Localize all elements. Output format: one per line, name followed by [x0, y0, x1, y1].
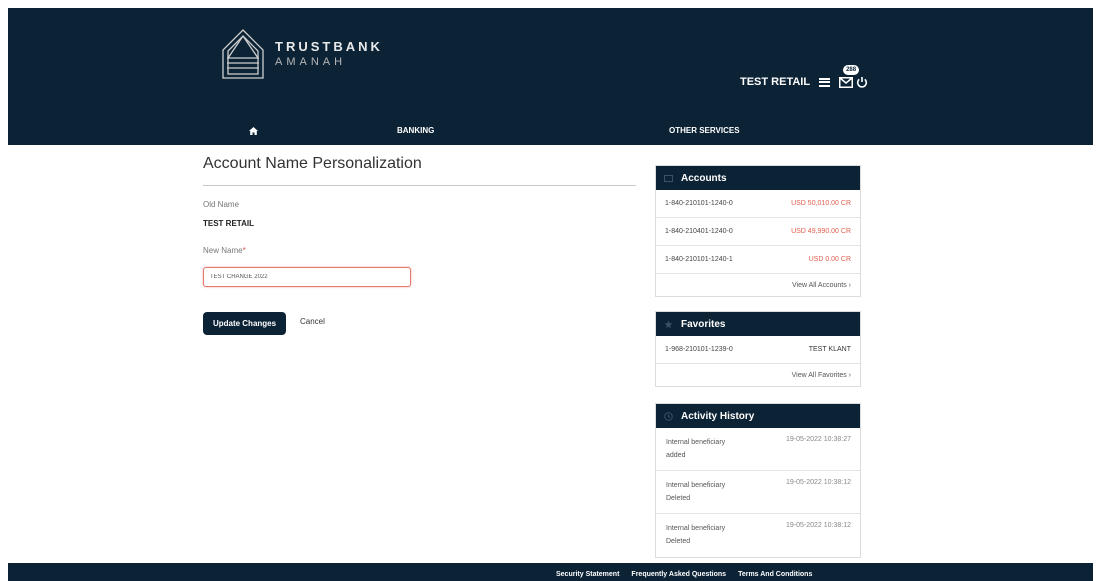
new-name-label-wrap: New Name*: [203, 246, 246, 255]
brand-name-line2: AMANAH: [275, 56, 347, 68]
new-name-label: New Name: [203, 246, 243, 255]
page-title: Account Name Personalization: [203, 155, 422, 172]
favorite-name: TEST KLANT: [808, 346, 851, 353]
account-number: 1-840-210101-1240-0: [665, 200, 733, 207]
footer-links: Security Statement Frequently Asked Ques…: [556, 571, 812, 578]
history-description: Internal beneficiary added: [666, 439, 726, 459]
account-number: 1-840-210101-1240-1: [665, 256, 733, 263]
view-all-accounts-link[interactable]: View All Accounts ›: [656, 274, 860, 296]
history-description: Internal beneficiary Deleted: [666, 482, 726, 502]
user-name[interactable]: TEST RETAIL: [740, 76, 810, 88]
required-mark: *: [242, 246, 246, 255]
brand-logo[interactable]: TRUSTBANK AMANAH: [221, 26, 383, 82]
new-name-input[interactable]: [203, 267, 411, 287]
accounts-panel: Accounts 1-840-210101-1240-0 USD 50,010.…: [655, 165, 861, 297]
favorite-row[interactable]: 1-968-210101-1239-0 TEST KLANT: [656, 336, 860, 364]
history-row[interactable]: Internal beneficiary Deleted 19-05-2022 …: [656, 471, 860, 514]
clock-icon: [664, 411, 673, 421]
footer-link-security-statement[interactable]: Security Statement: [556, 571, 619, 578]
brand-name-line1: TRUSTBANK: [275, 39, 383, 54]
top-header: TRUSTBANK AMANAH TEST RETAIL 288 BANKING…: [8, 8, 1093, 145]
history-time: 19-05-2022 10:38:12: [786, 522, 851, 529]
favorites-panel: Favorites 1-968-210101-1239-0 TEST KLANT…: [655, 311, 861, 387]
power-logout-icon[interactable]: [856, 76, 868, 88]
mail-button[interactable]: 288: [839, 65, 860, 89]
account-row[interactable]: 1-840-210401-1240-0 USD 49,990.00 CR: [656, 218, 860, 246]
activity-history-panel-title: Activity History: [681, 410, 755, 422]
favorite-account-number: 1-968-210101-1239-0: [665, 346, 733, 353]
account-balance: USD 0.00 CR: [808, 256, 851, 263]
account-balance: USD 49,990.00 CR: [791, 228, 851, 235]
account-number: 1-840-210401-1240-0: [665, 228, 733, 235]
history-time: 19-05-2022 10:38:27: [786, 436, 851, 443]
old-name-value: TEST RETAIL: [203, 219, 254, 228]
title-divider: [203, 185, 636, 186]
favorites-panel-title: Favorites: [681, 318, 726, 330]
activity-history-panel: Activity History Internal beneficiary ad…: [655, 403, 861, 558]
main-nav: BANKING OTHER SERVICES: [8, 117, 1093, 145]
favorites-panel-header: Favorites: [656, 312, 860, 336]
history-time: 19-05-2022 10:38:12: [786, 479, 851, 486]
footer-link-terms[interactable]: Terms And Conditions: [738, 571, 812, 578]
update-changes-button[interactable]: Update Changes: [203, 312, 286, 335]
accounts-panel-title: Accounts: [681, 172, 727, 184]
trustbank-logo-icon: [222, 29, 264, 79]
footer: Security Statement Frequently Asked Ques…: [8, 563, 1093, 581]
star-icon: [664, 320, 673, 328]
history-row[interactable]: Internal beneficiary added 19-05-2022 10…: [656, 428, 860, 471]
mail-icon: [839, 77, 854, 88]
history-description: Internal beneficiary Deleted: [666, 525, 726, 545]
view-all-favorites-link[interactable]: View All Favorites ›: [656, 364, 860, 386]
history-row[interactable]: Internal beneficiary Deleted 19-05-2022 …: [656, 514, 860, 557]
nav-banking[interactable]: BANKING: [397, 117, 434, 145]
old-name-label: Old Name: [203, 200, 240, 209]
account-row[interactable]: 1-840-210101-1240-0 USD 50,010.00 CR: [656, 190, 860, 218]
cancel-link[interactable]: Cancel: [300, 317, 325, 326]
accounts-icon: [664, 174, 673, 182]
user-area: TEST RETAIL 288: [740, 65, 868, 92]
account-row[interactable]: 1-840-210101-1240-1 USD 0.00 CR: [656, 246, 860, 274]
account-balance: USD 50,010.00 CR: [791, 200, 851, 207]
nav-other-services[interactable]: OTHER SERVICES: [669, 117, 740, 145]
home-icon[interactable]: [249, 117, 258, 145]
footer-link-faq[interactable]: Frequently Asked Questions: [631, 571, 726, 578]
activity-history-panel-header: Activity History: [656, 404, 860, 428]
hamburger-menu-icon[interactable]: [819, 77, 831, 87]
mail-count-badge: 288: [843, 65, 860, 75]
brand-name: TRUSTBANK AMANAH: [275, 39, 383, 69]
accounts-panel-header: Accounts: [656, 166, 860, 190]
